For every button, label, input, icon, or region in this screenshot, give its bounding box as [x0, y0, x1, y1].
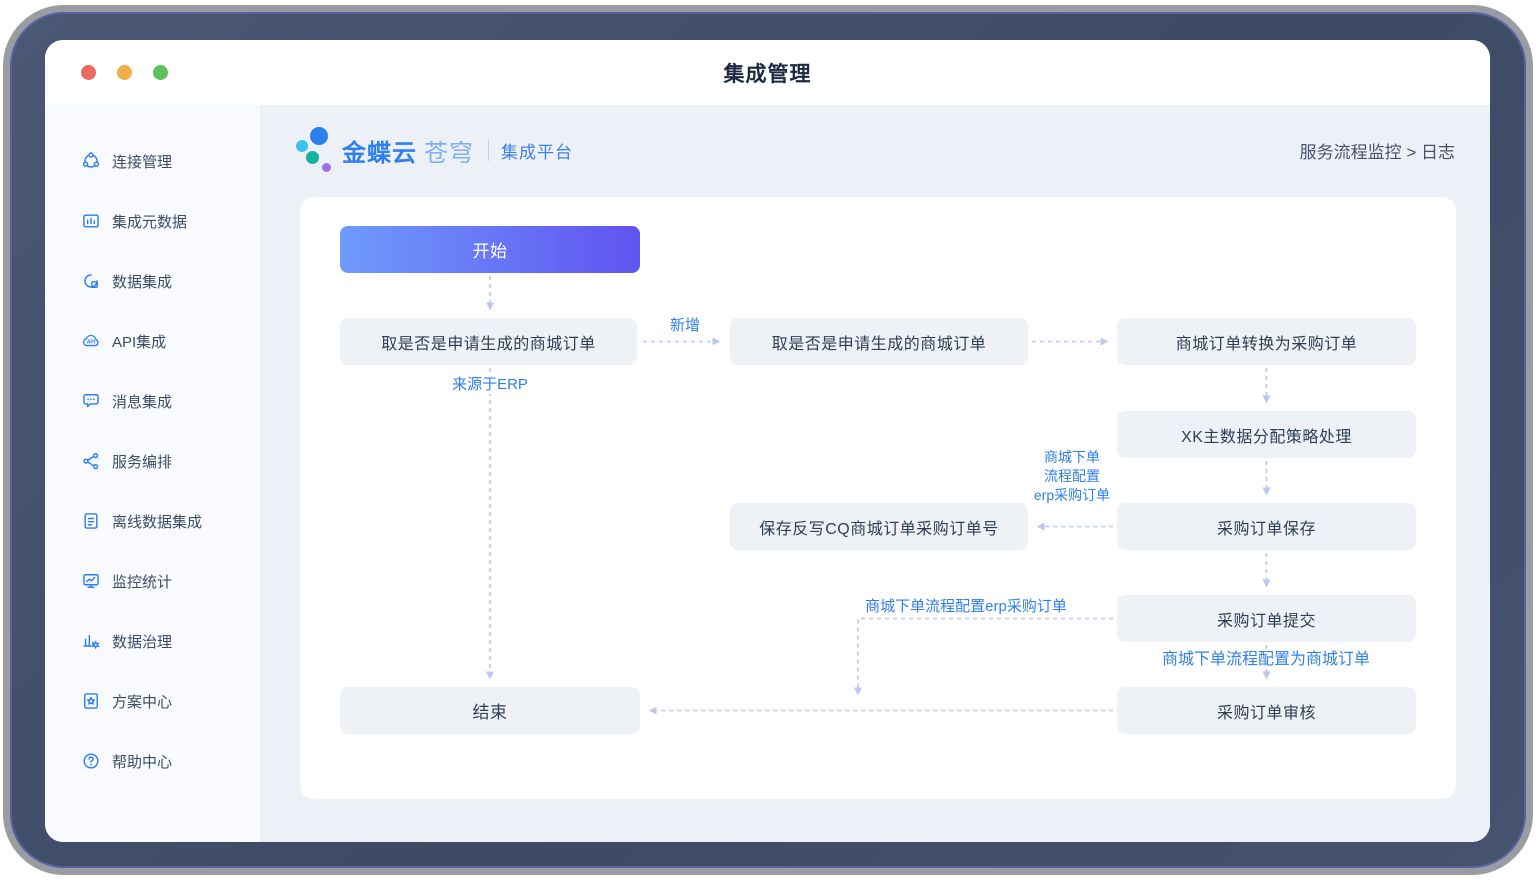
flow-node-po-audit[interactable]: 采购订单审核 [1117, 687, 1416, 734]
flow-node-convert-order[interactable]: 商城订单转换为采购订单 [1117, 318, 1416, 365]
sidebar-item-label: 消息集成 [112, 391, 172, 412]
app-window: 集成管理 连接管理 [45, 40, 1490, 842]
sidebar-item-monitoring[interactable]: 监控统计 [45, 551, 260, 611]
main-area: 金蝶云 苍穹 集成平台 服务流程监控 > 日志 [260, 105, 1490, 842]
edge-label-line: erp采购订单 [997, 486, 1147, 505]
brand-logo: 金蝶云 苍穹 集成平台 [296, 127, 573, 173]
sidebar-item-service-orchestration[interactable]: 服务编排 [45, 431, 260, 491]
svg-text:API: API [87, 340, 96, 346]
flow-node-fetch-order-1[interactable]: 取是否是申请生成的商城订单 [340, 318, 637, 365]
metadata-icon [81, 211, 101, 231]
product-name: 集成平台 [501, 138, 573, 163]
brand-subname: 苍穹 [424, 133, 474, 168]
offline-data-icon [81, 511, 101, 531]
connection-icon [81, 151, 101, 171]
help-center-icon [81, 751, 101, 771]
sidebar-item-api-integration[interactable]: API API集成 [45, 311, 260, 371]
sidebar-item-label: 连接管理 [112, 151, 172, 172]
sidebar: 连接管理 集成元数据 [45, 105, 260, 842]
api-integration-icon: API [81, 331, 101, 351]
message-integration-icon [81, 391, 101, 411]
flow-node-po-submit[interactable]: 采购订单提交 [1117, 595, 1416, 642]
main-header: 金蝶云 苍穹 集成平台 服务流程监控 > 日志 [260, 105, 1490, 197]
flow-canvas: 开始 取是否是申请生成的商城订单 取是否是申请生成的商城订单 商城订单转换为采购… [300, 197, 1456, 799]
edge-label-line: 商城下单 [997, 448, 1147, 467]
sidebar-item-help-center[interactable]: 帮助中心 [45, 731, 260, 791]
edge-label-config-multiline: 商城下单 流程配置 erp采购订单 [997, 448, 1147, 505]
flow-node-po-save[interactable]: 采购订单保存 [1117, 503, 1416, 550]
data-governance-icon [81, 631, 101, 651]
sidebar-item-label: 方案中心 [112, 691, 172, 712]
sidebar-item-label: 数据集成 [112, 271, 172, 292]
edge-label-config-erp: 商城下单流程配置erp采购订单 [856, 595, 1076, 616]
sidebar-item-label: 监控统计 [112, 571, 172, 592]
sidebar-item-metadata[interactable]: 集成元数据 [45, 191, 260, 251]
sidebar-item-label: API集成 [112, 331, 166, 352]
edge-label-from-erp: 来源于ERP [410, 373, 570, 394]
logo-divider [488, 139, 489, 161]
service-orchestration-icon [81, 451, 101, 471]
sidebar-item-label: 服务编排 [112, 451, 172, 472]
edge-label-config-mall: 商城下单流程配置为商城订单 [1143, 645, 1389, 669]
flow-node-fetch-order-2[interactable]: 取是否是申请生成的商城订单 [730, 318, 1028, 365]
flow-node-end[interactable]: 结束 [340, 687, 640, 734]
flow-node-start[interactable]: 开始 [340, 226, 640, 273]
breadcrumb[interactable]: 服务流程监控 > 日志 [1300, 138, 1455, 163]
sidebar-item-label: 离线数据集成 [112, 511, 202, 532]
brand-name: 金蝶云 [342, 133, 417, 168]
page-title: 集成管理 [45, 58, 1490, 88]
sidebar-item-connection[interactable]: 连接管理 [45, 131, 260, 191]
sidebar-item-data-governance[interactable]: 数据治理 [45, 611, 260, 671]
sidebar-item-label: 集成元数据 [112, 211, 187, 232]
device-frame: 集成管理 连接管理 [10, 12, 1526, 868]
title-bar: 集成管理 [45, 40, 1490, 105]
sidebar-item-offline-data[interactable]: 离线数据集成 [45, 491, 260, 551]
kingdee-logo-icon [296, 127, 334, 173]
sidebar-item-solution-center[interactable]: 方案中心 [45, 671, 260, 731]
flow-node-xk-strategy[interactable]: XK主数据分配策略处理 [1117, 411, 1416, 458]
data-integration-icon [81, 271, 101, 291]
edge-label-line: 流程配置 [997, 467, 1147, 486]
sidebar-item-data-integration[interactable]: 数据集成 [45, 251, 260, 311]
sidebar-item-message-integration[interactable]: 消息集成 [45, 371, 260, 431]
edge-label-add: 新增 [655, 314, 715, 335]
flow-node-writeback[interactable]: 保存反写CQ商城订单采购订单号 [730, 503, 1028, 550]
monitoring-icon [81, 571, 101, 591]
solution-center-icon [81, 691, 101, 711]
sidebar-item-label: 帮助中心 [112, 751, 172, 772]
sidebar-item-label: 数据治理 [112, 631, 172, 652]
